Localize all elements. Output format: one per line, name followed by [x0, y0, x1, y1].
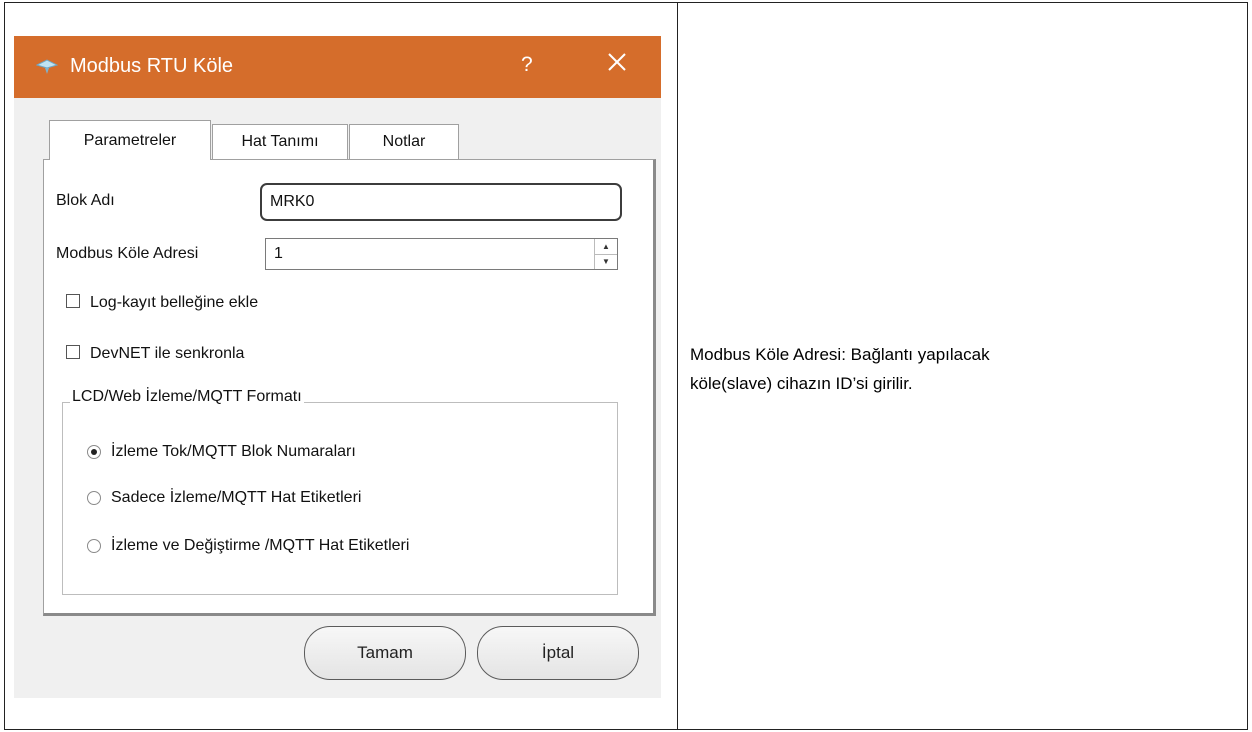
tab-label: Notlar — [382, 133, 426, 150]
log-record-label: Log-kayıt belleğine ekle — [90, 294, 259, 311]
close-icon[interactable] — [604, 49, 630, 75]
tab-label: Hat Tanımı — [241, 133, 319, 150]
modbus-rtu-dialog: Modbus RTU Köle ? Parametreler Hat Tanım… — [14, 36, 661, 698]
devnet-sync-label: DevNET ile senkronla — [90, 345, 245, 362]
block-name-label: Blok Adı — [56, 192, 115, 209]
log-record-checkbox[interactable] — [66, 294, 80, 308]
spin-buttons: ▲ ▼ — [594, 239, 617, 269]
slave-address-spinbox[interactable]: 1 ▲ ▼ — [265, 238, 618, 270]
tab-notlar[interactable]: Notlar — [349, 124, 459, 159]
slave-address-label: Modbus Köle Adresi — [56, 245, 199, 262]
tab-hat-tanimi[interactable]: Hat Tanımı — [212, 124, 348, 159]
help-button[interactable]: ? — [521, 53, 533, 77]
radio-block-numbers[interactable] — [87, 445, 101, 459]
dialog-titlebar: Modbus RTU Köle ? — [14, 36, 661, 98]
devnet-sync-checkbox[interactable] — [66, 345, 80, 359]
tab-label: Parametreler — [83, 131, 177, 149]
dialog-title: Modbus RTU Köle — [70, 55, 234, 77]
radio-monitor-edit[interactable] — [87, 539, 101, 553]
spin-up-icon[interactable]: ▲ — [595, 239, 617, 255]
cancel-button-label: İptal — [541, 643, 575, 662]
ok-button-label: Tamam — [357, 643, 413, 662]
block-name-input[interactable] — [260, 183, 622, 221]
ok-button[interactable]: Tamam — [304, 626, 466, 680]
radio-block-numbers-label: İzleme Tok/MQTT Blok Numaraları — [111, 443, 356, 460]
format-group-title: LCD/Web İzleme/MQTT Formatı — [70, 388, 304, 406]
description-line-1: Modbus Köle Adresi: Bağlantı yapılacak — [690, 345, 990, 364]
description-text: Modbus Köle Adresi: Bağlantı yapılacak k… — [690, 340, 1070, 398]
description-line-2: köle(slave) cihazın ID’si girilir. — [690, 374, 913, 393]
tab-parametreler[interactable]: Parametreler — [49, 120, 211, 160]
slave-address-value: 1 — [274, 245, 283, 262]
radio-monitor-edit-label: İzleme ve Değiştirme /MQTT Hat Etiketler… — [111, 537, 410, 554]
app-icon — [35, 59, 59, 75]
spin-down-icon[interactable]: ▼ — [595, 254, 617, 269]
radio-monitor-only[interactable] — [87, 491, 101, 505]
table-cell-divider — [677, 3, 678, 729]
radio-monitor-only-label: Sadece İzleme/MQTT Hat Etiketleri — [111, 489, 362, 506]
cancel-button[interactable]: İptal — [477, 626, 639, 680]
